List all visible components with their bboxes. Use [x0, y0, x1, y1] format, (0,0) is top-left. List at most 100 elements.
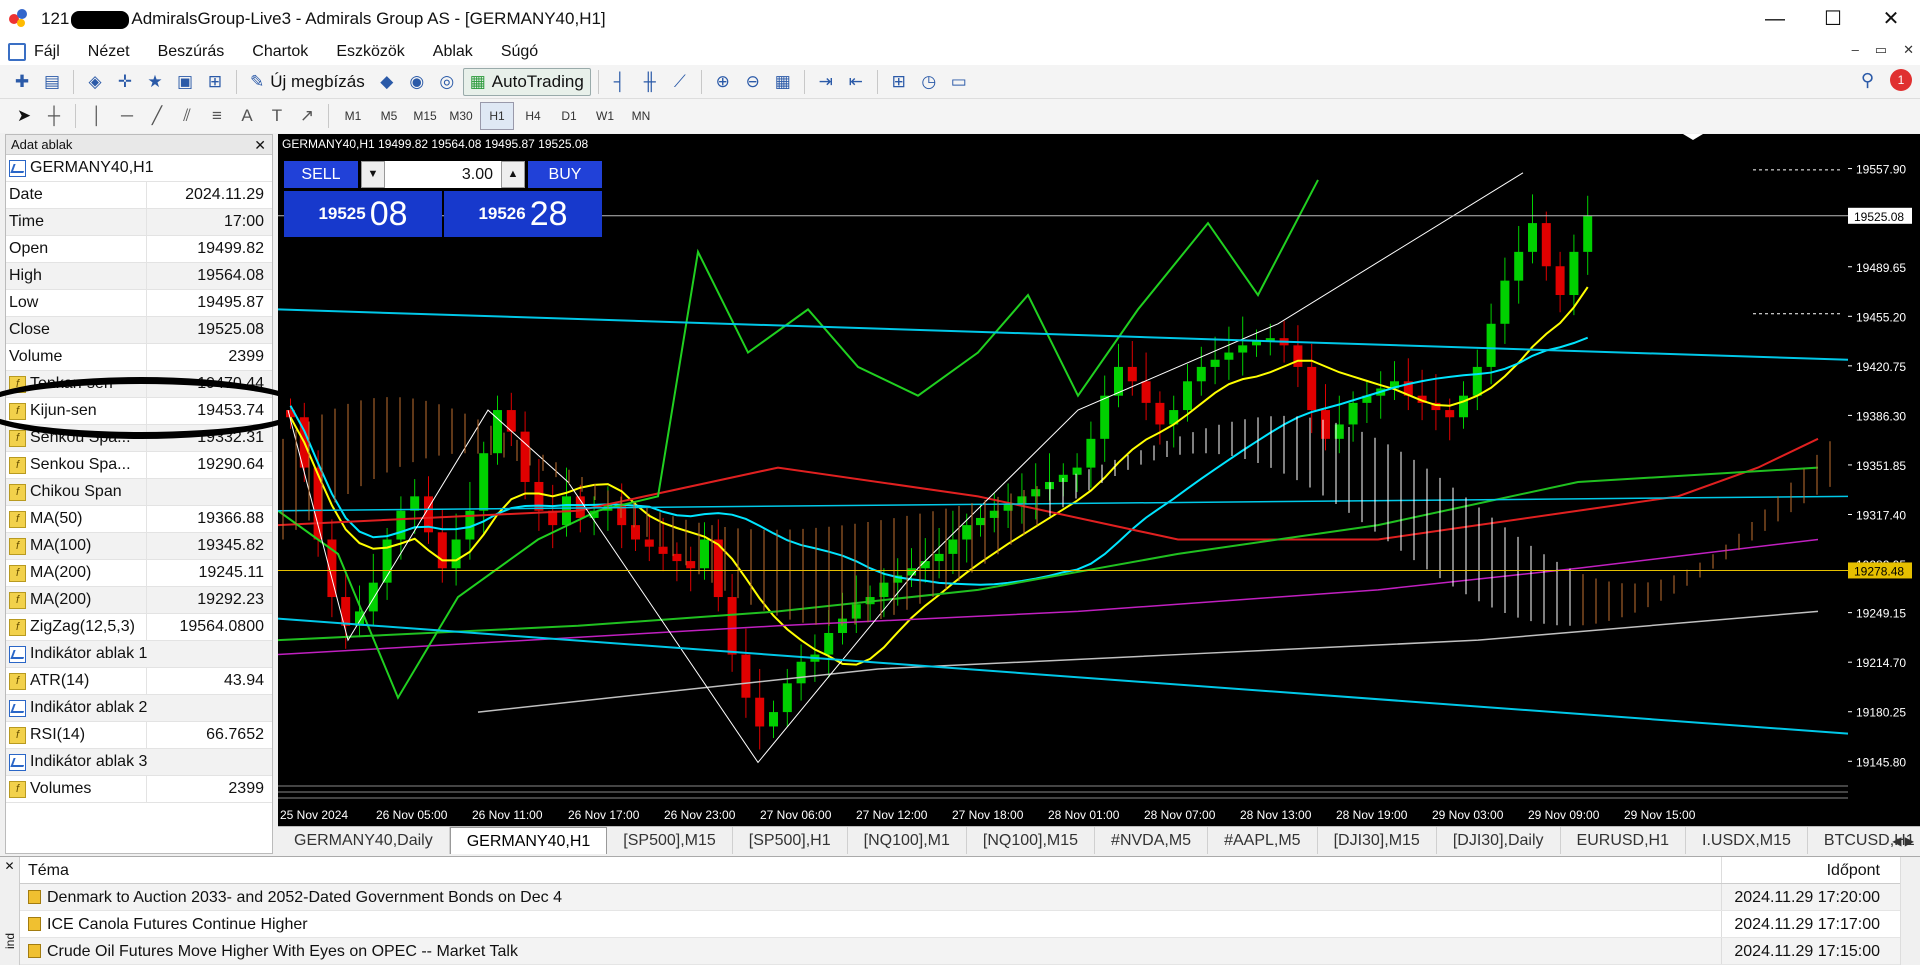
menu-window[interactable]: Ablak	[433, 43, 473, 61]
mdi-close-icon[interactable]: ✕	[1903, 42, 1914, 58]
tab-scroll-icon[interactable]: ◀ ▶	[1892, 827, 1914, 854]
tf-m1[interactable]: M1	[336, 102, 370, 130]
menu-tools[interactable]: Eszközök	[336, 43, 404, 61]
volume-down-icon[interactable]: ▼	[361, 161, 385, 188]
candle-body	[1100, 395, 1110, 439]
candle-body	[769, 712, 778, 727]
candle-body	[782, 683, 792, 713]
search-icon[interactable]: ⚲	[1861, 70, 1874, 91]
terminal-close-icon[interactable]: ✕	[0, 857, 19, 875]
col-time[interactable]: Időpont	[1722, 857, 1900, 883]
text-icon[interactable]: A	[233, 103, 261, 129]
close-button[interactable]: ✕	[1862, 0, 1920, 38]
chart-tab[interactable]: GERMANY40,H1	[449, 827, 608, 854]
chart-tab[interactable]: [NQ100],M1	[848, 827, 967, 854]
candle-body	[1514, 251, 1524, 281]
terminal-icon[interactable]: ▣	[171, 69, 199, 95]
news-row[interactable]: Denmark to Auction 2033- and 2052-Dated …	[20, 884, 1900, 911]
tf-m30[interactable]: M30	[444, 102, 478, 130]
news-row[interactable]: ICE Canola Futures Continue Higher 2024.1…	[20, 911, 1900, 938]
chart-tab[interactable]: [NQ100],M15	[967, 827, 1096, 854]
data-window-close-icon[interactable]: ✕	[254, 135, 266, 155]
data-row-value: 19453.74	[197, 402, 264, 419]
price-chart[interactable]: 19557.90 19489.65 19455.20 19420.75 19386.30…	[278, 134, 1920, 826]
auto-scroll-icon[interactable]: ⇥	[812, 69, 840, 95]
autotrading-button[interactable]: ▦ AutoTrading	[462, 67, 591, 96]
periods-icon[interactable]: ◷	[915, 69, 943, 95]
data-row-value: 19332.31	[197, 429, 264, 446]
buy-price[interactable]: 19526 28	[444, 191, 602, 237]
cursor-icon[interactable]: ➤	[10, 103, 38, 129]
indicators-icon[interactable]: ⊞	[885, 69, 913, 95]
chart-tab[interactable]: #AAPL,M5	[1208, 827, 1318, 854]
candle-body	[1569, 251, 1579, 296]
fibonacci-icon[interactable]: ≡	[203, 103, 231, 129]
menu-file[interactable]: Fájl	[34, 43, 60, 61]
news-topic: Denmark to Auction 2033- and 2052-Dated …	[47, 888, 562, 906]
text-label-icon[interactable]: T	[263, 103, 291, 129]
tf-m15[interactable]: M15	[408, 102, 442, 130]
market-watch-icon[interactable]: ◈	[81, 69, 109, 95]
news-scrollbar[interactable]	[1900, 857, 1920, 965]
notification-badge[interactable]: 1	[1890, 69, 1912, 91]
menu-view[interactable]: Nézet	[88, 43, 130, 61]
tf-h1[interactable]: H1	[480, 102, 514, 130]
mdi-minimize-icon[interactable]: –	[1852, 42, 1859, 58]
line-chart-icon[interactable]: ⟋	[666, 69, 694, 95]
tf-mn[interactable]: MN	[624, 102, 658, 130]
volume-input[interactable]: 3.00	[385, 161, 501, 188]
tile-windows-icon[interactable]: ▦	[769, 69, 797, 95]
data-window-icon[interactable]: ✛	[111, 69, 139, 95]
chart-tab[interactable]: EURUSD,H1	[1561, 827, 1686, 854]
menu-insert[interactable]: Beszúrás	[158, 43, 225, 61]
sell-price[interactable]: 19525 08	[284, 191, 442, 237]
trendline-icon[interactable]: ╱	[143, 103, 171, 129]
chart-tab[interactable]: I.USDX,M15	[1686, 827, 1808, 854]
candle-body	[934, 553, 944, 562]
new-chart-icon[interactable]: ✚	[8, 69, 36, 95]
col-topic[interactable]: Téma	[20, 857, 1722, 883]
navigator-icon[interactable]: ★	[141, 69, 169, 95]
market-icon[interactable]: ◎	[433, 69, 461, 95]
menu-help[interactable]: Súgó	[501, 43, 538, 61]
tf-h4[interactable]: H4	[516, 102, 550, 130]
chart-tab[interactable]: [SP500],H1	[733, 827, 848, 854]
data-row-name: Open	[9, 240, 49, 257]
metaeditor-icon[interactable]: ◆	[373, 69, 401, 95]
chart-tab[interactable]: [SP500],M15	[607, 827, 733, 854]
buy-button[interactable]: BUY	[528, 161, 602, 188]
chart-shift-icon[interactable]: ⇤	[842, 69, 870, 95]
zoom-out-icon[interactable]: ⊖	[739, 69, 767, 95]
crosshair-icon[interactable]: ┼	[40, 103, 68, 129]
tf-m5[interactable]: M5	[372, 102, 406, 130]
terminal-window: 121 AdmiralsGroup-Live3 - Admirals Group …	[0, 0, 1920, 965]
horizontal-line-icon[interactable]: ─	[113, 103, 141, 129]
minimize-button[interactable]: —	[1746, 0, 1804, 38]
candlestick-icon[interactable]: ╫	[636, 69, 664, 95]
chart-area[interactable]: 19557.90 19489.65 19455.20 19420.75 19386.30…	[278, 134, 1920, 826]
new-order-button[interactable]: ✎ Új megbízás	[244, 68, 371, 96]
menu-charts[interactable]: Chartok	[252, 43, 308, 61]
profiles-icon[interactable]: ▤	[38, 69, 66, 95]
chart-tab[interactable]: #NVDA,M5	[1095, 827, 1209, 854]
templates-icon[interactable]: ▭	[945, 69, 973, 95]
channel-icon[interactable]: ⫽	[173, 103, 201, 129]
mdi-restore-icon[interactable]: ▭	[1875, 42, 1887, 58]
tf-d1[interactable]: D1	[552, 102, 586, 130]
strategy-tester-icon[interactable]: ⊞	[201, 69, 229, 95]
vertical-line-icon[interactable]: │	[83, 103, 111, 129]
zoom-in-icon[interactable]: ⊕	[709, 69, 737, 95]
volume-up-icon[interactable]: ▲	[501, 161, 525, 188]
indicator-window-icon	[9, 699, 26, 717]
arrows-icon[interactable]: ↗	[293, 103, 321, 129]
news-row[interactable]: Crude Oil Futures Move Higher With Eyes …	[20, 938, 1900, 965]
bar-chart-icon[interactable]: ┤	[606, 69, 634, 95]
chart-tab[interactable]: [DJI30],Daily	[1437, 827, 1561, 854]
sell-button[interactable]: SELL	[284, 161, 358, 188]
tf-w1[interactable]: W1	[588, 102, 622, 130]
maximize-button[interactable]: ☐	[1804, 0, 1862, 38]
chart-tab[interactable]: GERMANY40,Daily	[278, 827, 450, 854]
terminal-side-tab[interactable]: ✕ ind	[0, 857, 20, 965]
signals-icon[interactable]: ◉	[403, 69, 431, 95]
chart-tab[interactable]: [DJI30],M15	[1318, 827, 1437, 854]
